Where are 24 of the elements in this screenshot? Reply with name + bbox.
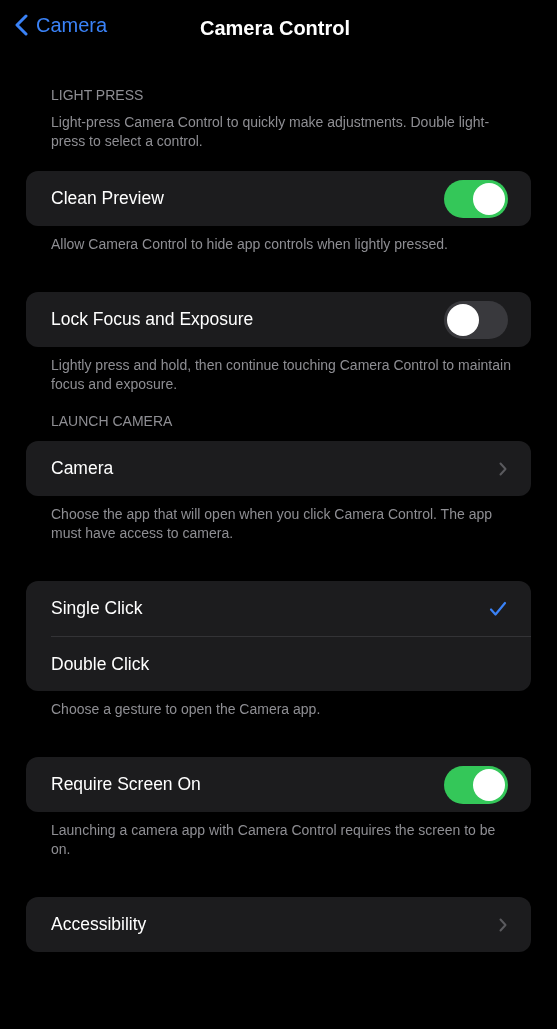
back-chevron-icon [14,14,28,36]
footer-note: Launching a camera app with Camera Control requires the screen to be on. [50,821,497,859]
section-header: LAUNCH CAMERA [50,412,174,430]
page-title: Camera Control [200,16,351,41]
footer-note: Choose a gesture to open the Camera app. [50,700,322,719]
back-button[interactable]: Camera [14,10,108,40]
settings-row[interactable]: Camera [51,441,531,496]
option-row[interactable]: Single Click [51,581,531,636]
footer-note: Allow Camera Control to hide app controls when lightly pressed. [50,235,449,254]
chevron-icon [499,917,507,932]
chevron-icon [499,461,507,476]
checkmark-icon [489,600,507,617]
option-row[interactable]: Double Click [51,636,531,691]
toggle-switch[interactable] [444,765,508,804]
section-header: LIGHT PRESS [50,86,145,104]
footer-note: Lightly press and hold, then continue touching Camera Control to maintain focus and exposure. [50,356,512,394]
settings-row[interactable]: Accessibility [51,897,531,952]
row-label: Clean Preview [51,187,164,211]
footer-note: Choose the app that will open when you click Camera Control. The app must have access to camera. [50,505,493,543]
toggle-switch[interactable] [444,300,508,339]
row-label: Require Screen On [51,773,201,797]
row-label: Lock Focus and Exposure [51,308,254,332]
section-description: Light-press Camera Control to quickly make adjustments. Double light-press to select a control. [50,113,491,151]
toggle-switch[interactable] [444,179,508,218]
